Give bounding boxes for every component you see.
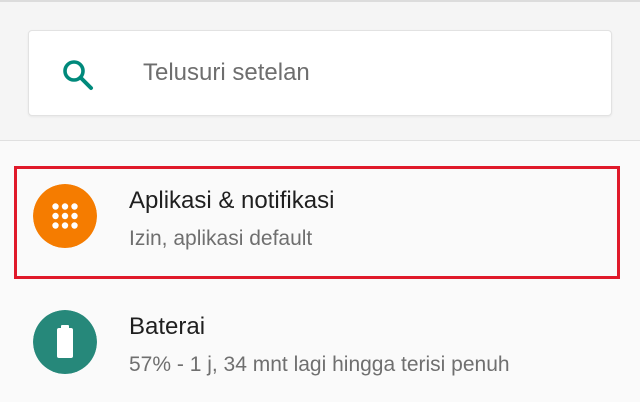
settings-item-battery[interactable]: Baterai 57% - 1 j, 34 mnt lagi hingga te… xyxy=(0,283,640,402)
top-divider xyxy=(0,0,640,2)
settings-item-subtitle: 57% - 1 j, 34 mnt lagi hingga terisi pen… xyxy=(129,353,510,376)
search-icon xyxy=(63,60,93,90)
settings-item-apps-notifications[interactable]: Aplikasi & notifikasi Izin, aplikasi def… xyxy=(0,157,640,287)
settings-item-title: Baterai xyxy=(129,313,206,340)
settings-item-title: Aplikasi & notifikasi xyxy=(129,187,335,214)
battery-icon xyxy=(33,310,97,374)
search-input[interactable] xyxy=(143,53,583,93)
search-bar[interactable] xyxy=(28,30,612,116)
settings-list: Aplikasi & notifikasi Izin, aplikasi def… xyxy=(0,140,640,402)
settings-screen: Aplikasi & notifikasi Izin, aplikasi def… xyxy=(0,0,640,402)
settings-item-subtitle: Izin, aplikasi default xyxy=(129,227,313,250)
apps-grid-icon xyxy=(33,184,97,248)
